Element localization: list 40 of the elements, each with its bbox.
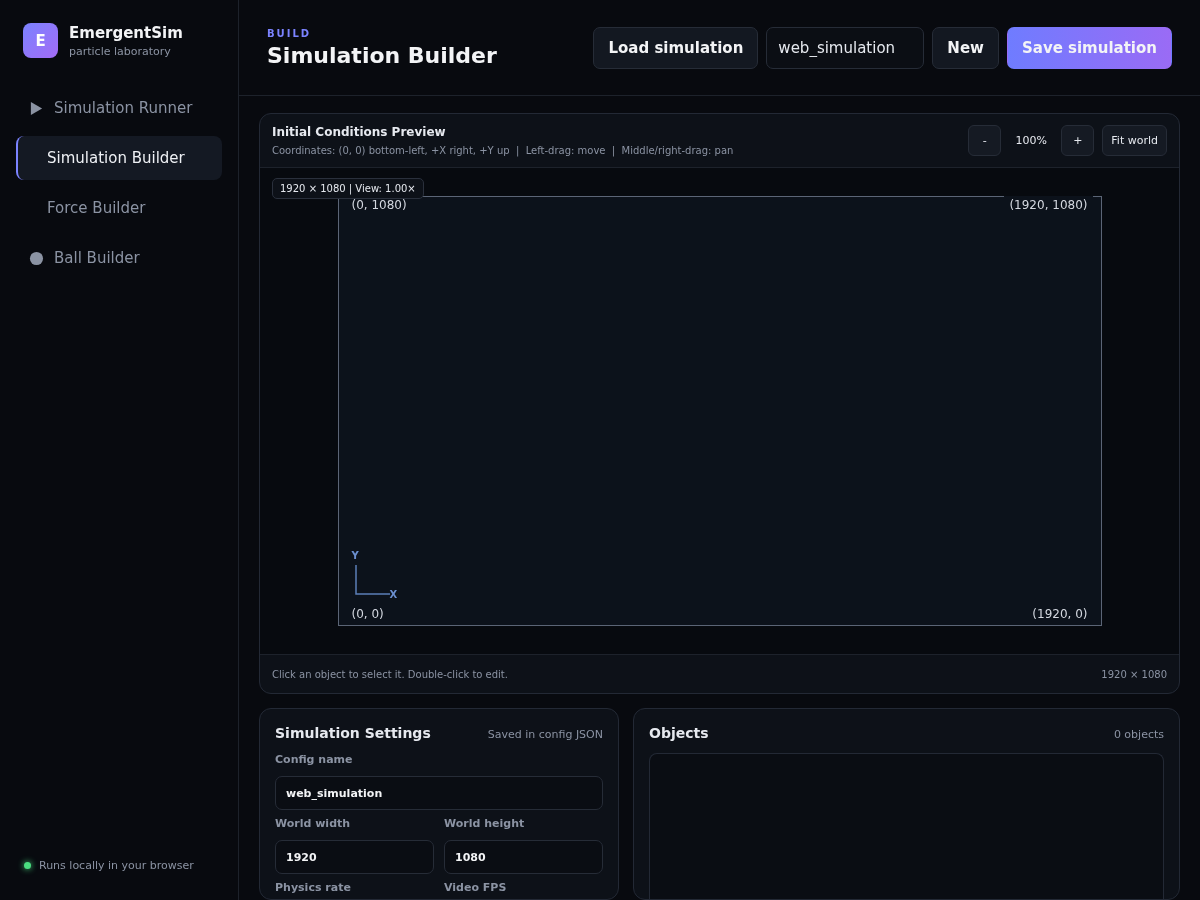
- new-button[interactable]: New: [932, 26, 999, 69]
- panel-note: Saved in config JSON: [487, 728, 603, 741]
- app-name: EmergentSim: [69, 23, 183, 42]
- load-button[interactable]: Load simulation: [593, 26, 759, 69]
- nav-item[interactable]: Ball Builder: [16, 236, 222, 280]
- app-logo: E: [23, 23, 58, 58]
- world-size: 1920 × 1080: [1101, 668, 1167, 680]
- panel-title: Objects: [649, 725, 709, 741]
- play-icon: [29, 100, 44, 116]
- field-label: World width: [275, 817, 352, 830]
- input-field[interactable]: 1080: [444, 840, 603, 874]
- section-label: BUILD: [267, 27, 313, 39]
- fit-world-button[interactable]: Fit world: [1102, 125, 1167, 156]
- field-label: Physics rate: [275, 881, 352, 894]
- canvas-hint: Click an object to select it. Double-click to edit.: [272, 668, 508, 680]
- object-count: 0 objects: [1113, 728, 1164, 741]
- preview-hint: Coordinates: (0, 0) bottom-left, +X right, +Y up | Left-drag: move | Middle/right-drag: pan: [272, 145, 734, 156]
- nav-item[interactable]: Simulation Builder: [16, 136, 222, 180]
- page-title: Simulation Builder: [267, 42, 497, 68]
- zoom-level: 100%: [1014, 134, 1049, 147]
- panel-title: Simulation Settings: [275, 725, 431, 741]
- zoom-in-button[interactable]: +: [1061, 125, 1095, 156]
- input-field[interactable]: web_simulation: [275, 776, 603, 810]
- status-text: Runs locally in your browser: [39, 859, 194, 872]
- field-label: Config name: [275, 753, 354, 766]
- field-label: World height: [444, 817, 526, 830]
- axis-label: Y: [351, 550, 359, 561]
- app-tagline: particle laboratory: [69, 44, 172, 58]
- nav-item[interactable]: Simulation Runner: [16, 86, 222, 130]
- panel-title: Initial Conditions Preview: [272, 125, 447, 139]
- preview-canvas[interactable]: 1920 × 1080 | View: 1.00× (0, 1080) (1920, 1080) (0, 0) (1920, 0) Y X: [260, 168, 1179, 654]
- circle-icon: [29, 250, 44, 266]
- zoom-out-button[interactable]: -: [968, 125, 1002, 156]
- axes-icon: [354, 565, 391, 595]
- nav-item[interactable]: Force Builder: [16, 186, 222, 230]
- input-field[interactable]: 1920: [275, 840, 434, 874]
- field-label: Video FPS: [444, 881, 508, 894]
- name-field[interactable]: web_simulation: [766, 26, 925, 69]
- axis-label: X: [389, 589, 398, 600]
- view-tag: 1920 × 1080 | View: 1.00×: [272, 178, 424, 199]
